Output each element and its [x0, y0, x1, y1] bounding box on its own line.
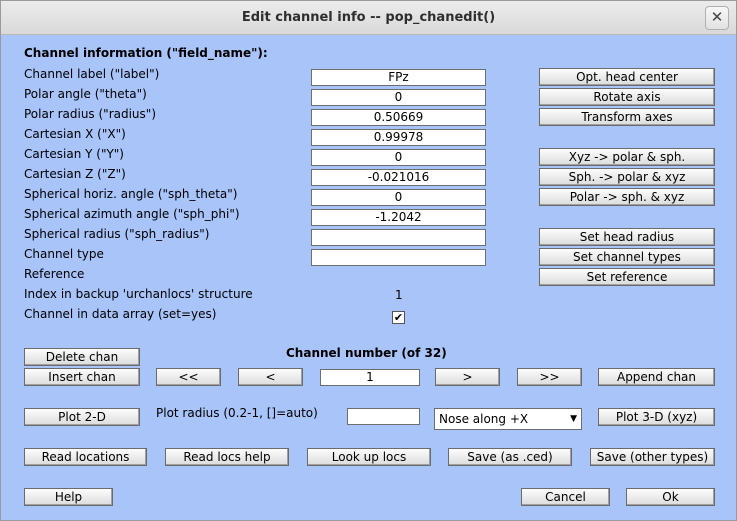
sph-phi-input[interactable]: -1.2042 — [311, 209, 486, 226]
label-channel-label: Channel label ("label") — [24, 67, 160, 81]
cartesian-y-input[interactable]: 0 — [311, 149, 486, 166]
set-reference-button[interactable]: Set reference — [539, 268, 715, 286]
sph-theta-input[interactable]: 0 — [311, 189, 486, 206]
backup-index-value: 1 — [395, 288, 403, 302]
label-sph-phi: Spherical azimuth angle ("sph_phi") — [24, 207, 240, 221]
chevron-down-icon: ▼ — [570, 414, 577, 424]
opt-head-center-button[interactable]: Opt. head center — [539, 68, 715, 86]
polar-to-sph-button[interactable]: Polar -> sph. & xyz — [539, 188, 715, 206]
help-button[interactable]: Help — [24, 488, 113, 506]
read-locs-help-button[interactable]: Read locs help — [165, 448, 289, 466]
label-channel-type: Channel type — [24, 247, 104, 261]
close-icon[interactable]: ✕ — [705, 6, 729, 30]
plot-radius-label: Plot radius (0.2-1, []=auto) — [156, 406, 318, 420]
ok-button[interactable]: Ok — [626, 488, 715, 506]
read-locations-button[interactable]: Read locations — [24, 448, 147, 466]
channel-info-header: Channel information ("field_name"): — [24, 46, 268, 60]
sph-radius-input[interactable] — [311, 229, 486, 246]
label-cartesian-x: Cartesian X ("X") — [24, 127, 126, 141]
set-channel-types-button[interactable]: Set channel types — [539, 248, 715, 266]
plot-radius-input[interactable] — [347, 408, 420, 425]
channel-number-label: Channel number (of 32) — [286, 346, 447, 360]
first-channel-button[interactable]: << — [156, 368, 221, 386]
rotate-axis-button[interactable]: Rotate axis — [539, 88, 715, 106]
plot-2d-button[interactable]: Plot 2-D — [24, 408, 140, 426]
insert-chan-button[interactable]: Insert chan — [24, 368, 140, 386]
label-sph-radius: Spherical radius ("sph_radius") — [24, 227, 210, 241]
nose-direction-value: Nose along +X — [439, 412, 529, 426]
set-head-radius-button[interactable]: Set head radius — [539, 228, 715, 246]
channel-label-input[interactable]: FPz — [311, 69, 486, 86]
label-polar-radius: Polar radius ("radius") — [24, 107, 156, 121]
cancel-button[interactable]: Cancel — [521, 488, 610, 506]
label-polar-angle: Polar angle ("theta") — [24, 87, 147, 101]
next-channel-button[interactable]: > — [435, 368, 500, 386]
delete-chan-button[interactable]: Delete chan — [24, 348, 140, 366]
last-channel-button[interactable]: >> — [517, 368, 582, 386]
transform-axes-button[interactable]: Transform axes — [539, 108, 715, 126]
channel-number-input[interactable]: 1 — [320, 369, 420, 386]
label-cartesian-z: Cartesian Z ("Z") — [24, 167, 126, 181]
in-data-array-checkbox[interactable]: ✔ — [392, 311, 405, 324]
save-other-types-button[interactable]: Save (other types) — [590, 448, 715, 466]
xyz-to-polar-button[interactable]: Xyz -> polar & sph. — [539, 148, 715, 166]
prev-channel-button[interactable]: < — [238, 368, 303, 386]
edit-channel-info-window: Edit channel info -- pop_chanedit() ✕ Ch… — [0, 0, 737, 521]
polar-angle-input[interactable]: 0 — [311, 89, 486, 106]
window-title: Edit channel info -- pop_chanedit() — [241, 10, 496, 25]
polar-radius-input[interactable]: 0.50669 — [311, 109, 486, 126]
append-chan-button[interactable]: Append chan — [598, 368, 715, 386]
title-bar: Edit channel info -- pop_chanedit() ✕ — [1, 1, 736, 35]
dialog-content: Channel information ("field_name"): Chan… — [1, 35, 736, 520]
nose-direction-select[interactable]: Nose along +X ▼ — [434, 408, 582, 430]
label-reference: Reference — [24, 267, 85, 281]
plot-3d-button[interactable]: Plot 3-D (xyz) — [598, 408, 715, 426]
cartesian-z-input[interactable]: -0.021016 — [311, 169, 486, 186]
look-up-locs-button[interactable]: Look up locs — [307, 448, 431, 466]
label-backup-index: Index in backup 'urchanlocs' structure — [24, 287, 253, 301]
label-in-data-array: Channel in data array (set=yes) — [24, 307, 217, 321]
label-cartesian-y: Cartesian Y ("Y") — [24, 147, 124, 161]
save-ced-button[interactable]: Save (as .ced) — [448, 448, 572, 466]
cartesian-x-input[interactable]: 0.99978 — [311, 129, 486, 146]
label-sph-theta: Spherical horiz. angle ("sph_theta") — [24, 187, 238, 201]
channel-type-input[interactable] — [311, 249, 486, 266]
sph-to-polar-button[interactable]: Sph. -> polar & xyz — [539, 168, 715, 186]
